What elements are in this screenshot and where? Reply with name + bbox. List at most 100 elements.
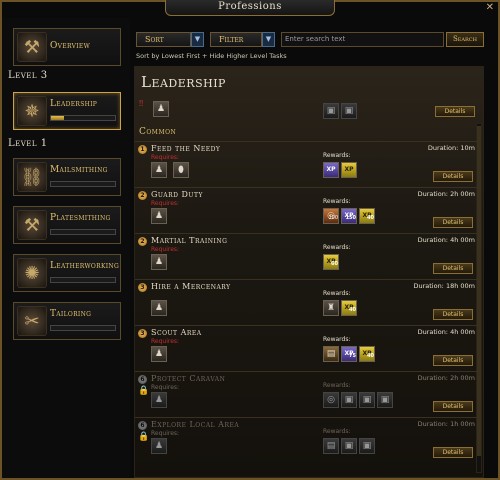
duration: Duration: 10m: [427, 144, 475, 152]
sidebar-item-mailsmithing[interactable]: ⛓ Mailsmithing: [13, 158, 121, 196]
xp-icon: ▣: [341, 438, 357, 454]
xp-gold-icon: XP 40: [359, 208, 375, 224]
scissors-icon: ✂: [17, 306, 47, 336]
duration: Duration: 2h 00m: [417, 190, 475, 198]
sidebar-item-leadership[interactable]: ✵ Leadership: [13, 92, 121, 130]
copper-coin-icon: ◎ 100: [323, 208, 339, 224]
xp-icon: ▣: [341, 392, 357, 408]
level-1-heading: Level 1: [8, 138, 48, 149]
overview-button[interactable]: ⚒ Overview: [13, 28, 121, 66]
task-row[interactable]: 2 Martial Training Requires: ♟ Rewards: …: [135, 233, 481, 277]
xp-purple-icon: XP 75: [341, 346, 357, 362]
resource-slot-icon: ▣: [323, 103, 339, 119]
progress-bar: [50, 277, 116, 283]
chevron-down-icon[interactable]: ▼: [191, 32, 204, 47]
progress-bar: [50, 229, 116, 235]
task-name: Scout Area: [151, 328, 202, 337]
sidebar-item-label: Leatherworking: [50, 261, 120, 271]
sidebar-item-leatherworking[interactable]: ✺ Leatherworking: [13, 254, 121, 292]
character-portrait-icon: ♟: [151, 438, 167, 454]
progress-bar: [50, 325, 116, 331]
sidebar-item-label: Mailsmithing: [50, 165, 108, 175]
rewards-label: Rewards:: [323, 244, 351, 251]
rewards-label: Rewards:: [323, 198, 351, 205]
level-3-heading: Level 3: [8, 70, 48, 81]
requires-label: Requires:: [151, 338, 180, 345]
details-button[interactable]: Details: [435, 106, 475, 117]
mercenary-icon: ♜: [323, 300, 339, 316]
leadership-emblem-icon: ✵: [17, 96, 47, 126]
rank-badge: 3: [138, 329, 147, 338]
task-name: Explore Local Area: [151, 420, 240, 429]
mail-armor-icon: ⛓: [17, 162, 47, 192]
rank-badge: 6: [138, 375, 147, 384]
task-list-panel: Leadership ‼ ♟ ▣ ▣ Details Common 1 Feed…: [134, 66, 484, 478]
item-icon: ▣: [359, 392, 375, 408]
leadership-summary-row: ‼ ♟ ▣ ▣ Details: [135, 97, 483, 125]
requires-label: Requires:: [151, 154, 180, 161]
task-row[interactable]: 1 Feed the Needy Requires: ♟ ⬮ Rewards: …: [135, 141, 481, 185]
search-input[interactable]: Enter search text: [281, 32, 444, 47]
task-row-locked[interactable]: 6 🔒 Protect Caravan Requires: ♟ Rewards:…: [135, 371, 481, 415]
search-button[interactable]: Search: [446, 32, 484, 47]
task-name: Protect Caravan: [151, 374, 226, 383]
green-gem-icon: ⬮: [173, 162, 189, 178]
xp-icon: ▣: [377, 392, 393, 408]
character-portrait-icon: ♟: [151, 300, 167, 316]
sidebar-item-platesmithing[interactable]: ⚒ Platesmithing: [13, 206, 121, 244]
character-portrait-icon: ♟: [151, 346, 167, 362]
details-button[interactable]: Details: [433, 217, 473, 228]
rank-badge: 2: [138, 237, 147, 246]
details-button[interactable]: Details: [433, 263, 473, 274]
character-portrait-icon: ♟: [151, 254, 167, 270]
xp-gold-icon: XP 40: [341, 300, 357, 316]
overview-label: Overview: [50, 41, 91, 51]
rewards-label: Rewards:: [323, 428, 351, 435]
map-icon: ▤: [323, 438, 339, 454]
crossed-tools-icon: ⚒: [17, 32, 47, 62]
page-title: Leadership: [141, 73, 226, 91]
xp-icon: ▣: [359, 438, 375, 454]
task-row-locked[interactable]: 6 🔒 Explore Local Area Requires: ♟ Rewar…: [135, 417, 481, 461]
details-button[interactable]: Details: [433, 309, 473, 320]
duration: Duration: 1h 00m: [417, 420, 475, 428]
sidebar: ⚒ Overview Level 3 ✵ Leadership Level 1 …: [2, 18, 130, 478]
duration: Duration: 2h 00m: [417, 374, 475, 382]
rank-badge: 1: [138, 145, 147, 154]
xp-purple-icon: XP: [323, 162, 339, 178]
task-name: Feed the Needy: [151, 144, 221, 153]
sidebar-item-tailoring[interactable]: ✂ Tailoring: [13, 302, 121, 340]
requires-label: Requires:: [151, 430, 180, 437]
progress-bar: [50, 115, 116, 121]
xp-purple-icon: XP 150: [341, 208, 357, 224]
rewards-label: Rewards:: [323, 290, 351, 297]
lock-icon: 🔒: [138, 432, 150, 442]
filter-button[interactable]: Filter: [210, 32, 262, 47]
progress-bar: [50, 181, 116, 187]
character-portrait-icon: ♟: [151, 392, 167, 408]
chevron-down-icon[interactable]: ▼: [262, 32, 275, 47]
rank-badge: 2: [138, 191, 147, 200]
task-row[interactable]: 3 Scout Area Requires: ♟ Rewards: ▤ XP 75…: [135, 325, 481, 369]
task-row[interactable]: 3 Hire a Mercenary ♟ Rewards: ♜ XP 40 Dur…: [135, 279, 481, 323]
duration: Duration: 4h 00m: [417, 328, 475, 336]
sort-note: Sort by Lowest First + Hide Higher Level…: [136, 52, 287, 60]
task-name: Martial Training: [151, 236, 228, 245]
xp-gold-icon: XP 60: [323, 254, 339, 270]
rank-badge: 6: [138, 421, 147, 430]
task-name: Hire a Mercenary: [151, 282, 231, 291]
close-icon[interactable]: ✕: [486, 2, 494, 13]
details-button[interactable]: Details: [433, 355, 473, 366]
rewards-label: Rewards:: [323, 336, 351, 343]
sort-button[interactable]: Sort: [136, 32, 191, 47]
character-portrait-icon: ♟: [151, 162, 167, 178]
requires-label: Requires:: [151, 384, 180, 391]
coin-icon: ◎: [323, 392, 339, 408]
anvil-icon: ⚒: [17, 210, 47, 240]
details-button[interactable]: Details: [433, 171, 473, 182]
treasure-chest-icon: ▤: [323, 346, 339, 362]
sidebar-item-label: Platesmithing: [50, 213, 111, 223]
details-button[interactable]: Details: [433, 401, 473, 412]
details-button[interactable]: Details: [433, 447, 473, 458]
task-row[interactable]: 2 Guard Duty Requires: ♟ Rewards: ◎ 100 X…: [135, 187, 481, 231]
